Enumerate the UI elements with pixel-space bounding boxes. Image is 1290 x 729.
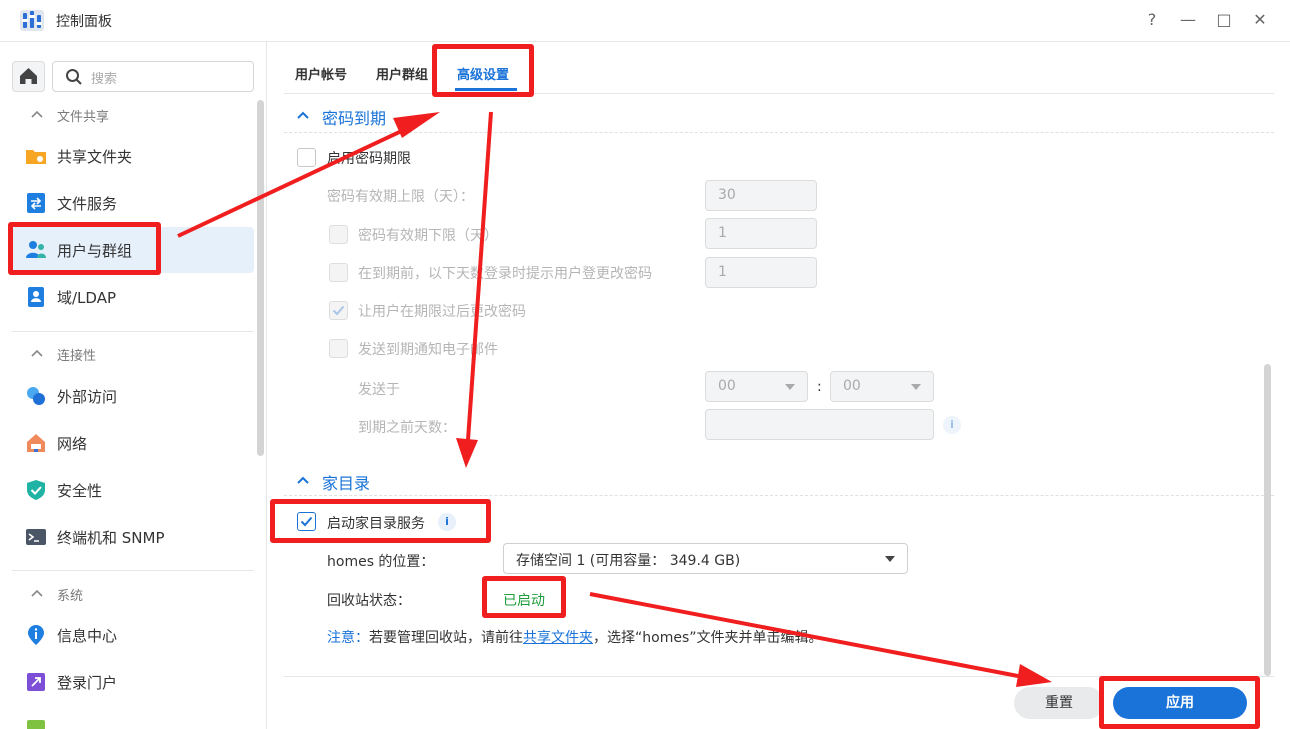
minimize-button[interactable]: — bbox=[1176, 8, 1200, 32]
sidebar-divider bbox=[12, 331, 254, 332]
title-bar: 控制面板 ? — □ ✕ bbox=[0, 0, 1290, 42]
partial-icon bbox=[27, 720, 45, 729]
max-days-input[interactable]: 30 bbox=[705, 180, 817, 211]
folder-share-icon bbox=[26, 150, 46, 164]
send-minute-value: 00 bbox=[843, 378, 861, 394]
shield-check-icon bbox=[27, 480, 45, 500]
recycle-bin-note: 注意：若要管理回收站，请前往共享文件夹，选择“homes”文件夹并单击编辑。 bbox=[327, 630, 823, 646]
annotation-box-advanced-tab bbox=[432, 44, 534, 97]
send-at-label: 发送于 bbox=[358, 382, 400, 398]
send-expiry-email-checkbox[interactable] bbox=[329, 339, 348, 358]
chevron-up-icon bbox=[31, 110, 43, 118]
login-portal-icon bbox=[27, 673, 45, 691]
allow-change-after-expiry-label: 让用户在期限过后更改密码 bbox=[358, 304, 526, 320]
annotation-box-apply bbox=[1099, 676, 1260, 729]
shared-folder-link[interactable]: 共享文件夹 bbox=[523, 630, 593, 646]
sidebar-divider bbox=[12, 570, 254, 571]
chevron-down-icon bbox=[785, 384, 795, 390]
prompt-days-input[interactable]: 1 bbox=[705, 257, 817, 288]
chevron-down-icon bbox=[885, 556, 895, 562]
home-icon bbox=[20, 68, 37, 84]
tab-user-accounts[interactable]: 用户帐号 bbox=[295, 64, 347, 83]
homes-location-label: homes 的位置： bbox=[327, 554, 435, 570]
control-panel-app-icon bbox=[20, 10, 44, 31]
time-separator: : bbox=[817, 379, 822, 395]
chevron-up-icon bbox=[297, 111, 309, 119]
chevron-up-icon bbox=[31, 349, 43, 357]
close-button[interactable]: ✕ bbox=[1248, 8, 1272, 32]
tab-user-groups[interactable]: 用户群组 bbox=[376, 64, 428, 83]
info-icon[interactable]: i bbox=[943, 416, 961, 434]
days-before-input[interactable] bbox=[705, 409, 934, 440]
sidebar-item-login-portal[interactable]: 登录门户 bbox=[12, 659, 254, 705]
id-card-icon bbox=[28, 287, 44, 307]
chevron-up-icon bbox=[297, 476, 309, 484]
sidebar-item-file-services[interactable]: 文件服务 bbox=[12, 180, 254, 226]
send-hour-value: 00 bbox=[718, 378, 736, 394]
send-hour-select[interactable]: 00 bbox=[705, 371, 808, 402]
prompt-before-expiry-checkbox[interactable] bbox=[329, 263, 348, 282]
external-access-icon bbox=[27, 387, 45, 405]
sidebar-item-security[interactable]: 安全性 bbox=[12, 467, 254, 513]
sidebar-item-external-access[interactable]: 外部访问 bbox=[12, 373, 254, 419]
file-services-icon bbox=[27, 193, 45, 213]
homes-location-select[interactable]: 存储空间 1 (可用容量： 349.4 GB) bbox=[503, 543, 908, 574]
annotation-box-home-service bbox=[270, 499, 491, 543]
sidebar-item-partial[interactable] bbox=[12, 706, 254, 729]
sidebar: 搜索 文件共享 共享文件夹 文件服务 用户与群组 域/LDAP 连接性 外部访问… bbox=[0, 42, 267, 729]
maximize-button[interactable]: □ bbox=[1212, 8, 1236, 32]
help-button[interactable]: ? bbox=[1140, 8, 1164, 32]
content-scrollbar[interactable] bbox=[1264, 364, 1271, 676]
chevron-up-icon bbox=[31, 589, 43, 597]
sidebar-item-network[interactable]: 网络 bbox=[12, 420, 254, 466]
homes-location-value: 存储空间 1 (可用容量： 349.4 GB) bbox=[516, 553, 741, 569]
enable-password-expiry-checkbox[interactable] bbox=[297, 148, 316, 167]
group-divider bbox=[284, 495, 1274, 496]
reset-button[interactable]: 重置 bbox=[1014, 687, 1104, 719]
sidebar-item-info-center[interactable]: 信息中心 bbox=[12, 612, 254, 658]
chevron-down-icon bbox=[911, 384, 921, 390]
settings-content: 密码到期 启用密码期限 密码有效期上限（天）： 30 密码有效期下限（天） 1 … bbox=[284, 95, 1274, 675]
info-center-icon bbox=[28, 625, 44, 645]
annotation-box-recycle-status bbox=[482, 576, 566, 618]
days-before-label: 到期之前天数： bbox=[358, 420, 456, 436]
search-input[interactable]: 搜索 bbox=[52, 61, 254, 92]
sidebar-item-domain-ldap[interactable]: 域/LDAP bbox=[12, 274, 254, 320]
annotation-box-users-groups bbox=[8, 222, 161, 275]
max-days-label: 密码有效期上限（天）： bbox=[327, 189, 474, 205]
terminal-icon bbox=[26, 529, 46, 545]
window-title: 控制面板 bbox=[56, 14, 112, 30]
min-days-checkbox[interactable] bbox=[329, 225, 348, 244]
allow-change-after-expiry-checkbox[interactable] bbox=[329, 301, 348, 320]
min-days-label: 密码有效期下限（天） bbox=[358, 228, 498, 244]
send-minute-select[interactable]: 00 bbox=[830, 371, 934, 402]
min-days-input[interactable]: 1 bbox=[705, 218, 817, 249]
control-panel-window: 控制面板 ? — □ ✕ 搜索 文件共享 共享文件夹 文件服务 用户与群组 域/… bbox=[0, 0, 1290, 729]
send-expiry-email-label: 发送到期通知电子邮件 bbox=[358, 342, 498, 358]
search-placeholder: 搜索 bbox=[91, 72, 118, 87]
prompt-before-expiry-label: 在到期前，以下天数登录时提示用户登更改密码 bbox=[358, 266, 652, 282]
sidebar-scrollbar[interactable] bbox=[257, 100, 264, 456]
checkmark-icon bbox=[332, 305, 345, 316]
sidebar-item-shared-folder[interactable]: 共享文件夹 bbox=[12, 133, 254, 179]
home-button[interactable] bbox=[12, 61, 45, 92]
recycle-bin-status-label: 回收站状态： bbox=[327, 593, 411, 609]
search-icon bbox=[66, 69, 82, 85]
enable-password-expiry-label: 启用密码期限 bbox=[327, 151, 411, 167]
sidebar-item-terminal-snmp[interactable]: 终端机和 SNMP bbox=[12, 514, 254, 560]
network-house-icon bbox=[27, 434, 45, 452]
group-divider bbox=[284, 132, 1274, 133]
